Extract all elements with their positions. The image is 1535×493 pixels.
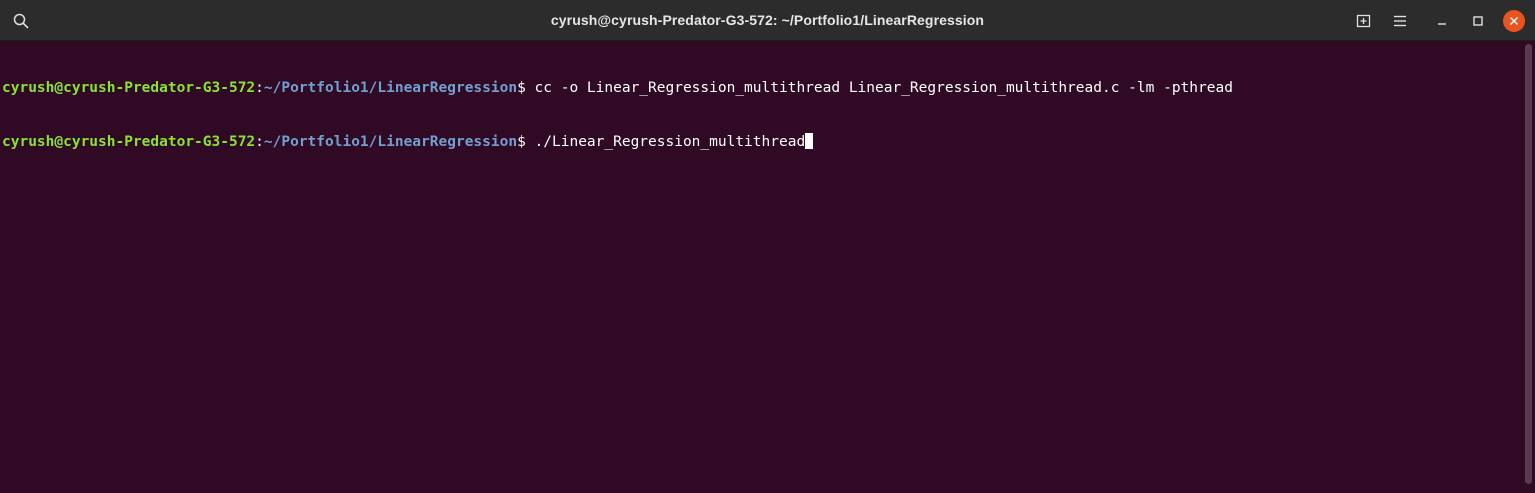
window-title: cyrush@cyrush-Predator-G3-572: ~/Portfol… xyxy=(550,12,985,28)
terminal-output[interactable]: cyrush@cyrush-Predator-G3-572:~/Portfoli… xyxy=(0,41,1522,493)
prompt-dollar: $ xyxy=(517,134,535,150)
maximize-button[interactable] xyxy=(1465,8,1491,34)
command-text: ./Linear_Regression_multithread xyxy=(534,134,806,150)
text-cursor xyxy=(805,133,814,149)
close-button[interactable] xyxy=(1501,8,1527,34)
prompt-user-host: cyrush@cyrush-Predator-G3-572 xyxy=(2,134,256,150)
maximize-icon xyxy=(1473,16,1483,26)
scrollbar[interactable] xyxy=(1522,41,1535,493)
prompt-colon: : xyxy=(255,134,264,150)
close-button-circle[interactable] xyxy=(1503,10,1525,32)
menu-button[interactable] xyxy=(1387,8,1413,34)
new-tab-button[interactable] xyxy=(1351,8,1377,34)
hamburger-menu-icon xyxy=(1394,15,1406,27)
prompt-dollar: $ xyxy=(517,80,535,96)
scrollbar-thumb[interactable] xyxy=(1525,44,1532,484)
minimize-button[interactable] xyxy=(1429,8,1455,34)
terminal-line: cyrush@cyrush-Predator-G3-572:~/Portfoli… xyxy=(2,133,1522,151)
minimize-icon xyxy=(1438,23,1446,25)
prompt-path: ~/Portfolio1/LinearRegression xyxy=(263,80,518,96)
prompt-path: ~/Portfolio1/LinearRegression xyxy=(263,134,518,150)
command-text: cc -o Linear_Regression_multithread Line… xyxy=(534,80,1233,96)
title-bar[interactable]: cyrush@cyrush-Predator-G3-572: ~/Portfol… xyxy=(0,0,1535,41)
close-icon xyxy=(1509,16,1519,26)
terminal-window: cyrush@cyrush-Predator-G3-572: ~/Portfol… xyxy=(0,0,1535,493)
terminal-line: cyrush@cyrush-Predator-G3-572:~/Portfoli… xyxy=(2,79,1522,97)
new-tab-icon xyxy=(1356,14,1371,28)
prompt-colon: : xyxy=(255,80,264,96)
prompt-user-host: cyrush@cyrush-Predator-G3-572 xyxy=(2,80,256,96)
